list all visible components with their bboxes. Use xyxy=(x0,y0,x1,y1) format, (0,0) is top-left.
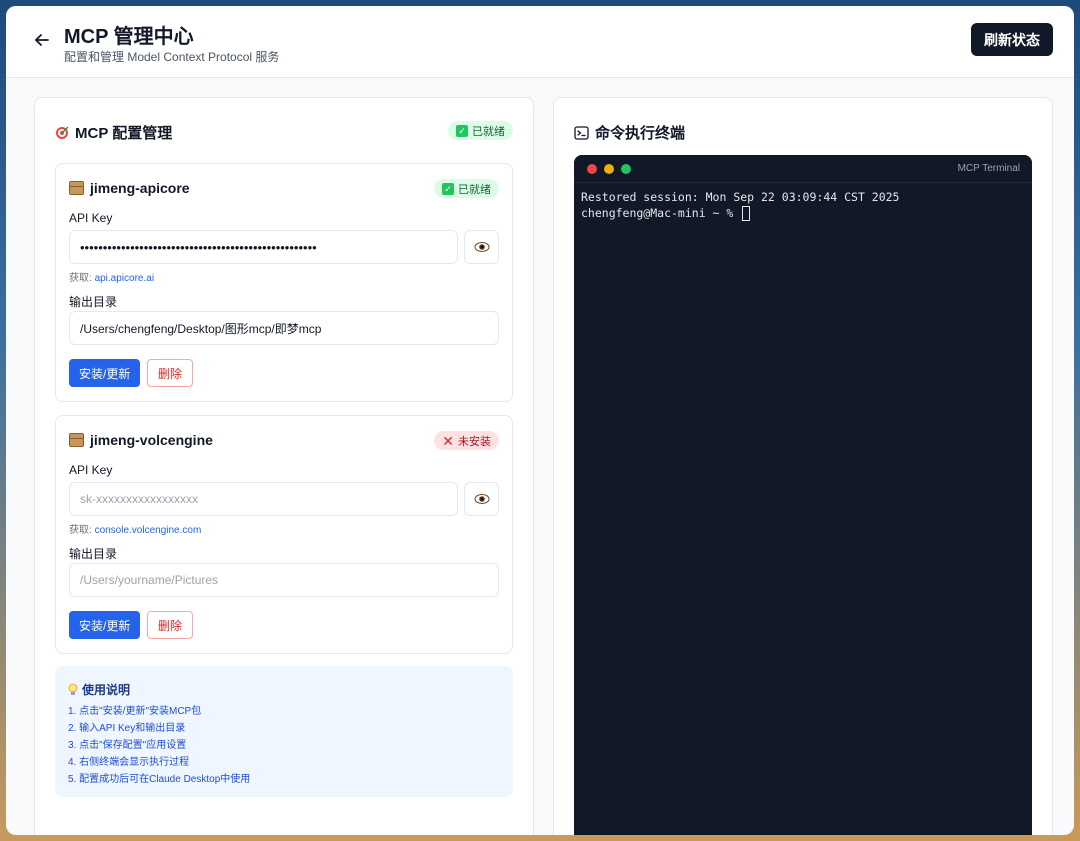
api-key-hint: 获取: api.apicore.ai xyxy=(69,269,154,284)
terminal-panel-title: 命令执行终端 xyxy=(574,122,685,143)
delete-button[interactable]: 删除 xyxy=(147,359,194,387)
toggle-visibility-button[interactable] xyxy=(464,230,499,264)
package-card-apicore: jimeng-apicore ✓ 已就绪 API Key •••••••••••… xyxy=(55,163,513,402)
terminal-icon xyxy=(574,125,589,140)
page-subtitle: 配置和管理 Model Context Protocol 服务 xyxy=(64,50,280,64)
arrow-left-icon xyxy=(35,34,49,46)
config-panel-title-text: MCP 配置管理 xyxy=(75,125,173,142)
cross-icon: ✕ xyxy=(442,432,454,449)
terminal-prompt-line: chengfeng@Mac-mini ~ % xyxy=(581,205,1025,221)
back-button[interactable] xyxy=(30,28,54,52)
output-dir-input[interactable]: /Users/chengfeng/Desktop/图形mcp/即梦mcp xyxy=(69,311,499,345)
terminal-cursor xyxy=(742,206,751,221)
target-icon xyxy=(56,125,69,139)
header: MCP 管理中心 配置和管理 Model Context Protocol 服务… xyxy=(6,6,1074,78)
terminal-line: Restored session: Mon Sep 22 03:09:44 CS… xyxy=(581,190,900,204)
eye-icon xyxy=(474,242,489,252)
package-name: jimeng-volcengine xyxy=(69,432,213,448)
terminal[interactable]: MCP Terminal Restored session: Mon Sep 2… xyxy=(574,155,1032,835)
hint-link[interactable]: api.apicore.ai xyxy=(95,273,154,284)
status-badge: ✕ 未安装 xyxy=(434,431,499,450)
minimize-dot[interactable] xyxy=(604,164,614,174)
api-key-input[interactable]: ••••••••••••••••••••••••••••••••••••••••… xyxy=(69,230,458,264)
package-name-text: jimeng-apicore xyxy=(90,180,190,196)
hint-link[interactable]: console.volcengine.com xyxy=(95,525,202,536)
hint-prefix: 获取: xyxy=(69,273,92,284)
eye-icon xyxy=(474,494,489,504)
output-dir-label: 输出目录 xyxy=(69,547,118,561)
install-button[interactable]: 安装/更新 xyxy=(69,611,141,639)
install-button[interactable]: 安装/更新 xyxy=(69,359,141,387)
lightbulb-icon xyxy=(68,683,78,695)
terminal-panel: 命令执行终端 MCP Terminal Restored session: Mo… xyxy=(553,97,1053,835)
terminal-titlebar: MCP Terminal xyxy=(574,155,1032,183)
package-icon xyxy=(69,433,84,447)
package-name: jimeng-apicore xyxy=(69,180,190,196)
page-title: MCP 管理中心 xyxy=(64,26,194,48)
api-key-hint: 获取: console.volcengine.com xyxy=(69,521,201,536)
terminal-window-title: MCP Terminal xyxy=(957,163,1020,174)
api-key-label: API Key xyxy=(69,463,113,477)
help-steps: 1. 点击"安装/更新"安装MCP包 2. 输入API Key和输出目录 3. … xyxy=(68,703,250,788)
help-step: 3. 点击"保存配置"应用设置 xyxy=(68,740,187,751)
package-name-text: jimeng-volcengine xyxy=(90,432,213,448)
status-badge-text: 已就绪 xyxy=(458,183,491,196)
close-dot[interactable] xyxy=(587,164,597,174)
help-step: 2. 输入API Key和输出目录 xyxy=(68,723,186,734)
output-dir-label: 输出目录 xyxy=(69,295,118,309)
maximize-dot[interactable] xyxy=(621,164,631,174)
help-title: 使用说明 xyxy=(68,681,130,698)
usage-help: 使用说明 1. 点击"安装/更新"安装MCP包 2. 输入API Key和输出目… xyxy=(55,666,513,797)
config-panel-title: MCP 配置管理 xyxy=(55,122,172,143)
package-icon xyxy=(69,181,84,195)
status-badge-text: 未安装 xyxy=(458,435,491,448)
help-step: 5. 配置成功后可在Claude Desktop中使用 xyxy=(68,774,251,785)
check-icon: ✓ xyxy=(456,124,468,137)
hint-prefix: 获取: xyxy=(69,525,92,536)
terminal-prompt: chengfeng@Mac-mini ~ % xyxy=(581,206,741,220)
status-badge: ✓ 已就绪 xyxy=(448,121,513,140)
output-dir-input[interactable]: /Users/yourname/Pictures xyxy=(69,563,499,597)
status-badge: ✓ 已就绪 xyxy=(434,179,499,198)
api-key-label: API Key xyxy=(69,211,113,225)
package-card-volcengine: jimeng-volcengine ✕ 未安装 API Key sk-xxxxx… xyxy=(55,415,513,654)
app-window: MCP 管理中心 配置和管理 Model Context Protocol 服务… xyxy=(6,6,1074,835)
terminal-panel-title-text: 命令执行终端 xyxy=(595,125,686,142)
help-step: 4. 右侧终端会显示执行过程 xyxy=(68,757,190,768)
toggle-visibility-button[interactable] xyxy=(464,482,499,516)
check-icon: ✓ xyxy=(442,182,454,195)
api-key-input[interactable]: sk-xxxxxxxxxxxxxxxxx xyxy=(69,482,458,516)
terminal-output: Restored session: Mon Sep 22 03:09:44 CS… xyxy=(574,183,1032,227)
delete-button[interactable]: 删除 xyxy=(147,611,194,639)
help-step: 1. 点击"安装/更新"安装MCP包 xyxy=(68,706,202,717)
status-badge-text: 已就绪 xyxy=(472,125,505,138)
help-title-text: 使用说明 xyxy=(82,683,131,697)
config-panel: MCP 配置管理 ✓ 已就绪 jimeng-apicore ✓ 已就绪 API … xyxy=(34,97,534,835)
refresh-button[interactable]: 刷新状态 xyxy=(971,23,1053,56)
